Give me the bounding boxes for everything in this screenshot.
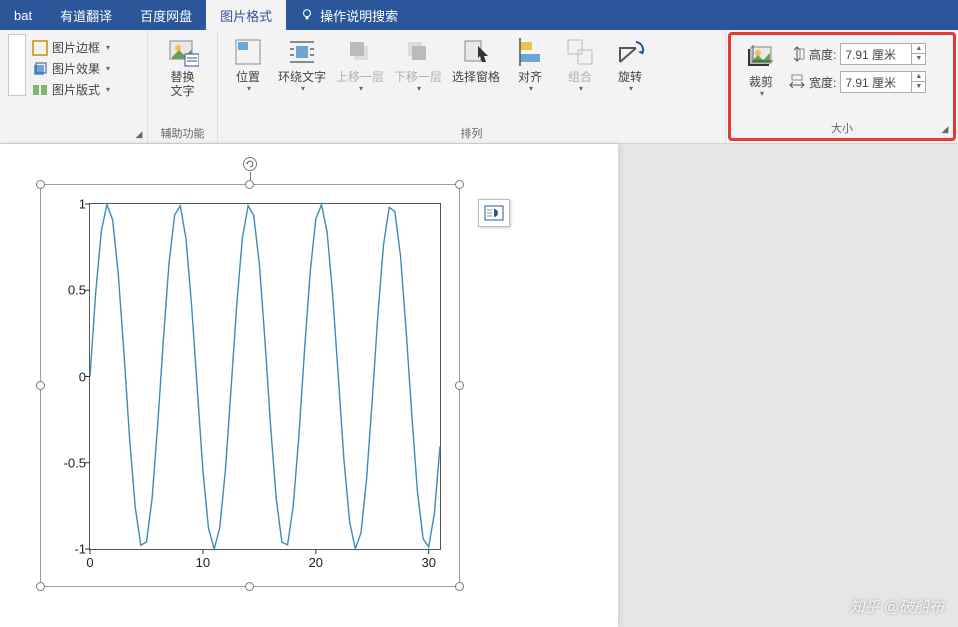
wrap-label: 环绕文字 <box>278 70 326 84</box>
rotate-button[interactable]: 旋转▾ <box>606 34 654 95</box>
selection-pane-button[interactable]: 选择窗格 <box>448 34 504 86</box>
tab-bat[interactable]: bat <box>0 0 46 30</box>
tell-me-label: 操作说明搜索 <box>320 6 398 25</box>
group-arrange-label: 排列 <box>218 125 725 143</box>
send-backward-icon <box>402 36 434 68</box>
page[interactable]: -1-0.500.51 0102030 <box>0 144 618 627</box>
height-down[interactable]: ▼ <box>912 54 925 64</box>
resize-handle-b[interactable] <box>245 582 254 591</box>
resize-handle-br[interactable] <box>455 582 464 591</box>
send-backward-button[interactable]: 下移一层▾ <box>390 34 446 95</box>
width-label: 宽度: <box>809 74 836 91</box>
chart-line <box>90 204 440 549</box>
send-backward-label: 下移一层 <box>394 70 442 84</box>
selection-pane-label: 选择窗格 <box>452 70 500 84</box>
position-label: 位置 <box>236 70 260 84</box>
width-down[interactable]: ▼ <box>912 82 925 92</box>
tab-bar: bat 有道翻译 百度网盘 图片格式 操作说明搜索 <box>0 0 958 30</box>
rotate-label: 旋转 <box>618 70 642 84</box>
wrap-icon <box>286 36 318 68</box>
width-icon <box>789 74 805 90</box>
height-label: 高度: <box>809 46 836 63</box>
picture-border-label: 图片边框 <box>52 39 100 56</box>
alt-text-l2: 文字 <box>170 84 194 98</box>
group-icon <box>564 36 596 68</box>
styles-launcher-icon[interactable]: ◢ <box>133 129 145 141</box>
ribbon: 图片边框▾ 图片效果▾ 图片版式▾ ◢ 替换文字 辅助功能 <box>0 30 958 144</box>
group-label: 组合 <box>568 70 592 84</box>
crop-button[interactable]: 裁剪▾ <box>737 39 785 100</box>
resize-handle-bl[interactable] <box>36 582 45 591</box>
height-value: 7.91 厘米 <box>841 46 911 63</box>
selection-pane-icon <box>460 36 492 68</box>
selected-picture[interactable]: -1-0.500.51 0102030 <box>40 184 460 587</box>
position-button[interactable]: 位置▾ <box>224 34 272 95</box>
picture-layout-label: 图片版式 <box>52 81 100 98</box>
height-icon <box>789 46 805 62</box>
bring-forward-label: 上移一层 <box>336 70 384 84</box>
bring-forward-icon <box>344 36 376 68</box>
width-up[interactable]: ▲ <box>912 72 925 82</box>
height-spinner[interactable]: 7.91 厘米 ▲▼ <box>840 43 926 65</box>
layout-options-icon <box>484 205 504 221</box>
alt-text-button[interactable]: 替换文字 <box>159 34 207 100</box>
width-spinner[interactable]: 7.91 厘米 ▲▼ <box>840 71 926 93</box>
group-button[interactable]: 组合▾ <box>556 34 604 95</box>
tab-youdao[interactable]: 有道翻译 <box>46 0 126 30</box>
resize-handle-r[interactable] <box>455 381 464 390</box>
rotate-icon <box>614 36 646 68</box>
x-axis: 0102030 <box>90 555 440 575</box>
resize-handle-t[interactable] <box>245 180 254 189</box>
align-icon <box>514 36 546 68</box>
tab-baidu[interactable]: 百度网盘 <box>126 0 206 30</box>
resize-handle-l[interactable] <box>36 381 45 390</box>
tell-me-search[interactable]: 操作说明搜索 <box>286 0 412 30</box>
border-icon <box>32 40 48 56</box>
styles-gallery[interactable] <box>8 34 26 96</box>
resize-handle-tr[interactable] <box>455 180 464 189</box>
crop-icon <box>745 41 777 73</box>
group-accessibility-label: 辅助功能 <box>148 125 217 143</box>
size-launcher-icon[interactable]: ◢ <box>939 124 951 136</box>
picture-effects-button[interactable]: 图片效果▾ <box>30 59 112 78</box>
align-label: 对齐 <box>518 70 542 84</box>
alt-text-l1: 替换 <box>170 70 194 84</box>
crop-label: 裁剪 <box>749 75 773 89</box>
resize-handle-tl[interactable] <box>36 180 45 189</box>
effects-icon <box>32 61 48 77</box>
width-value: 7.91 厘米 <box>841 74 911 91</box>
tab-picture-format[interactable]: 图片格式 <box>206 0 286 30</box>
position-icon <box>232 36 264 68</box>
bring-forward-button[interactable]: 上移一层▾ <box>332 34 388 95</box>
canvas-background <box>618 144 958 627</box>
chart: -1-0.500.51 0102030 <box>89 203 441 550</box>
document-area: -1-0.500.51 0102030 <box>0 144 958 627</box>
picture-layout-button[interactable]: 图片版式▾ <box>30 80 112 99</box>
layout-options-button[interactable] <box>478 199 510 227</box>
picture-effects-label: 图片效果 <box>52 60 100 77</box>
watermark: 知乎 @破船布 <box>850 596 944 617</box>
height-up[interactable]: ▲ <box>912 44 925 54</box>
picture-border-button[interactable]: 图片边框▾ <box>30 38 112 57</box>
y-axis: -1-0.500.51 <box>46 204 86 549</box>
bulb-icon <box>300 8 314 22</box>
layout-icon <box>32 82 48 98</box>
align-button[interactable]: 对齐▾ <box>506 34 554 95</box>
wrap-text-button[interactable]: 环绕文字▾ <box>274 34 330 95</box>
alt-text-icon <box>167 36 199 68</box>
rotate-handle[interactable] <box>243 157 257 171</box>
group-size-label: 大小◢ <box>731 120 953 138</box>
